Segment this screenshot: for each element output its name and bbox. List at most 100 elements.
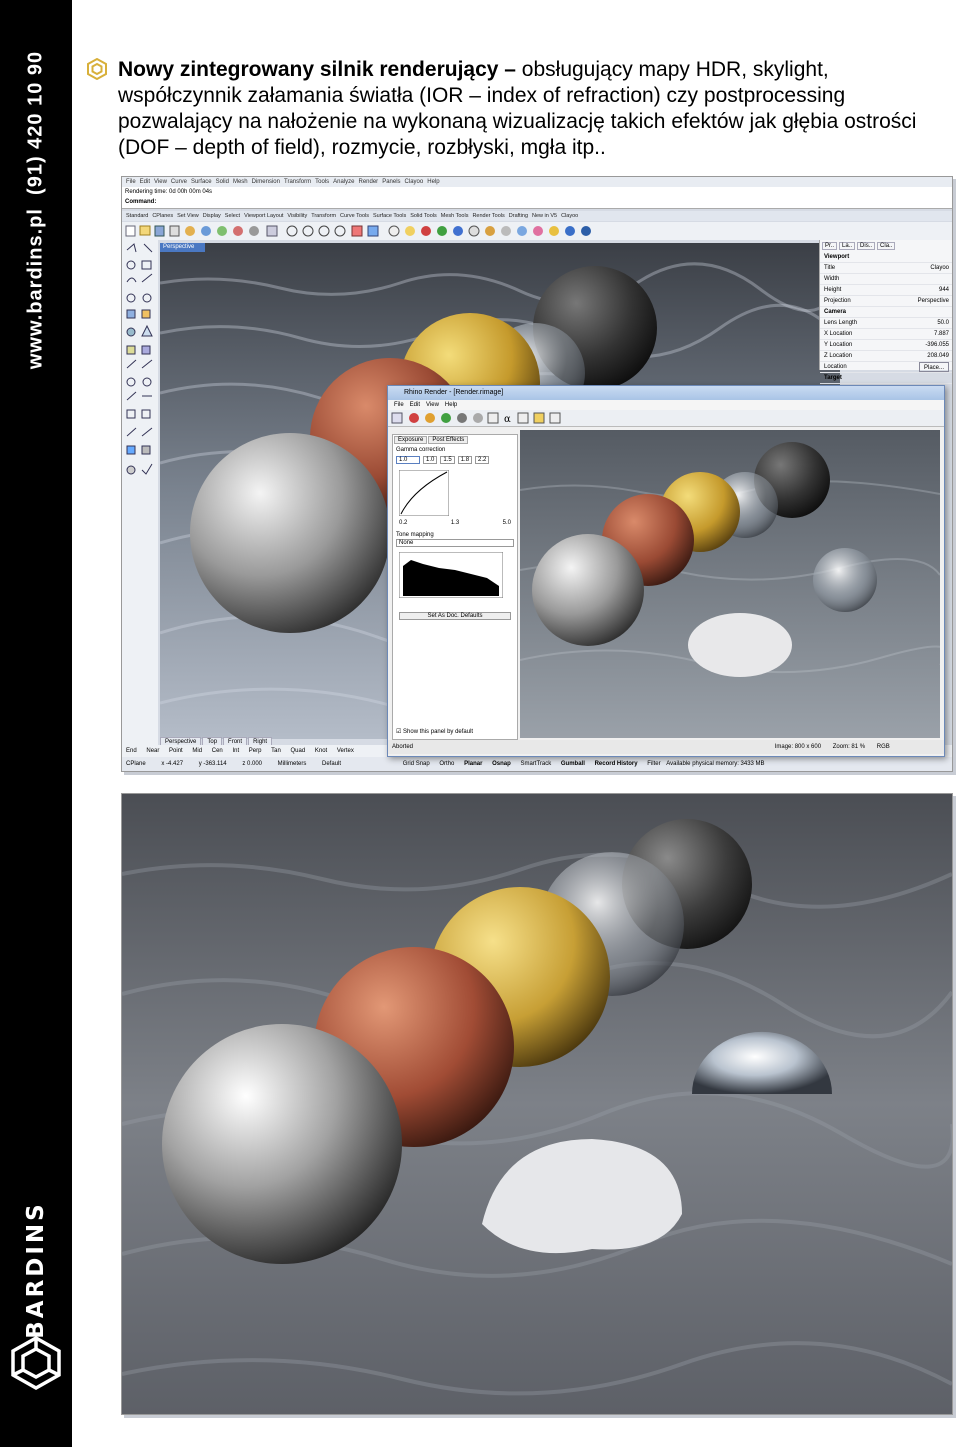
panel-tab[interactable]: Pr.. [822, 242, 838, 250]
osnap-item[interactable]: Perp [249, 748, 262, 754]
prop-value[interactable]: 208.049 [927, 351, 949, 361]
prop-row[interactable]: Location Place... [820, 362, 952, 373]
gamma-input[interactable]: 1.0 [396, 456, 420, 464]
panel-section-label: Viewport [824, 254, 850, 260]
osnap-item[interactable]: Near [146, 748, 159, 754]
prop-row[interactable]: Y Location -396.055 [820, 340, 952, 351]
osnap-item[interactable]: Int [232, 748, 239, 754]
tone-mapping-select[interactable]: None [396, 539, 514, 547]
menu-item[interactable]: Solid [216, 179, 229, 185]
prop-row: Camera [820, 307, 952, 318]
render-tool-icons[interactable]: α [388, 410, 568, 426]
menu-item[interactable]: Render [359, 179, 379, 185]
toolbar-tab[interactable]: Surface Tools [373, 213, 406, 219]
toolbar-tab[interactable]: New in V5 [532, 213, 557, 219]
menu-item[interactable]: Analyze [333, 179, 354, 185]
prop-value[interactable]: 944 [939, 285, 949, 295]
prop-value[interactable]: Clayoo [930, 263, 949, 273]
prop-label: Lens Length [824, 320, 858, 326]
toolbar-tab[interactable]: Set View [177, 213, 199, 219]
menu-item[interactable]: Clayoo [405, 179, 424, 185]
status-cplane: CPlane [126, 761, 146, 767]
toolbar-tab[interactable]: Viewport Layout [244, 213, 283, 219]
prop-value[interactable]: -396.055 [925, 340, 949, 350]
prop-value[interactable]: 50.0 [937, 318, 949, 328]
toolbar-tab[interactable]: Solid Tools [410, 213, 437, 219]
prop-row[interactable]: Z Location 208.049 [820, 351, 952, 362]
left-tool-icons[interactable] [122, 240, 158, 570]
render-window-title[interactable]: Rhino Render - [Render.rimage] [388, 386, 944, 400]
toolbar-icons[interactable] [122, 222, 592, 240]
status-button[interactable]: Osnap [492, 761, 511, 767]
gamma-preset-button[interactable]: 2.2 [475, 456, 490, 464]
prop-row[interactable]: Lens Length 50.0 [820, 318, 952, 329]
menu-item[interactable]: Panels [382, 179, 400, 185]
toolbar-tab[interactable]: Standard [126, 213, 148, 219]
curve-tick: 5.0 [502, 520, 511, 526]
toolbar-tab[interactable]: Render Tools [472, 213, 504, 219]
gamma-preset-button[interactable]: 1.8 [457, 456, 473, 464]
prop-row[interactable]: Projection Perspective [820, 296, 952, 307]
prop-value[interactable]: 7.887 [934, 329, 949, 339]
status-button[interactable]: SmartTrack [520, 761, 551, 767]
gamma-preset-button[interactable]: 1.0 [423, 456, 438, 464]
osnap-item[interactable]: Vertex [337, 748, 354, 754]
status-button[interactable]: Grid Snap [403, 761, 430, 767]
menu-item[interactable]: Help [427, 179, 439, 185]
status-button[interactable]: Ortho [439, 761, 454, 767]
menu-item[interactable]: Mesh [233, 179, 248, 185]
command-prompt[interactable]: Command: [125, 197, 952, 207]
toolbar-tab[interactable]: Drafting [509, 213, 528, 219]
toolbar-tab[interactable]: Select [225, 213, 240, 219]
toolbar-tab[interactable]: Transform [311, 213, 336, 219]
osnap-item[interactable]: Mid [192, 748, 202, 754]
status-button[interactable]: Gumball [561, 761, 585, 767]
render-menu-item[interactable]: View [426, 402, 439, 408]
osnap-item[interactable]: Tan [271, 748, 281, 754]
status-button[interactable]: Record History [595, 761, 638, 767]
menu-item[interactable]: Curve [171, 179, 187, 185]
set-defaults-button[interactable]: Set As Doc. Defaults [399, 612, 511, 620]
place-button[interactable]: Place... [918, 362, 949, 372]
toolbar-tab[interactable]: Visibility [287, 213, 307, 219]
prop-row[interactable]: X Location 7.887 [820, 329, 952, 340]
menu-item[interactable]: View [154, 179, 167, 185]
status-button[interactable]: Filter [647, 761, 660, 767]
toolbar-tab[interactable]: Mesh Tools [441, 213, 469, 219]
viewport-title[interactable]: Perspective [160, 243, 205, 252]
toolbar-tab[interactable]: Clayoo [561, 213, 578, 219]
gamma-preset-button[interactable]: 1.5 [440, 456, 455, 464]
panel-tab[interactable]: Dis.. [857, 242, 876, 250]
osnap-item[interactable]: End [126, 748, 137, 754]
show-panel-checkbox[interactable]: ☑ Show this panel by default [396, 728, 473, 735]
status-layer[interactable]: Default [322, 761, 341, 767]
prop-row[interactable]: Title Clayoo [820, 263, 952, 274]
menu-item[interactable]: Tools [315, 179, 329, 185]
final-render-image [121, 793, 953, 1415]
toolbar-tab[interactable]: CPlanes [152, 213, 173, 219]
osnap-item[interactable]: Knot [315, 748, 327, 754]
menu-item[interactable]: Dimension [252, 179, 280, 185]
menu-item[interactable]: Transform [284, 179, 311, 185]
panel-tab[interactable]: Cla.. [877, 242, 896, 250]
render-panel-tab[interactable]: Exposure [394, 436, 428, 444]
svg-text:α: α [504, 414, 511, 425]
panel-tab[interactable]: La.. [839, 242, 856, 250]
prop-value[interactable]: Perspective [918, 296, 949, 306]
menu-item[interactable]: Surface [191, 179, 212, 185]
render-image-size: Image: 800 x 600 [774, 744, 822, 750]
toolbar-tab[interactable]: Display [203, 213, 221, 219]
render-menu-item[interactable]: File [394, 402, 404, 408]
render-menu-item[interactable]: Edit [410, 402, 420, 408]
menu-item[interactable]: File [126, 179, 136, 185]
menu-item[interactable]: Edit [140, 179, 150, 185]
osnap-item[interactable]: Quad [291, 748, 306, 754]
osnap-item[interactable]: Point [169, 748, 183, 754]
render-panel-tab[interactable]: Post Effects [428, 436, 469, 444]
prop-row[interactable]: Height 944 [820, 285, 952, 296]
prop-row[interactable]: Width [820, 274, 952, 285]
osnap-item[interactable]: Cen [212, 748, 223, 754]
render-menu-item[interactable]: Help [445, 402, 457, 408]
status-button[interactable]: Planar [464, 761, 482, 767]
toolbar-tab[interactable]: Curve Tools [340, 213, 369, 219]
